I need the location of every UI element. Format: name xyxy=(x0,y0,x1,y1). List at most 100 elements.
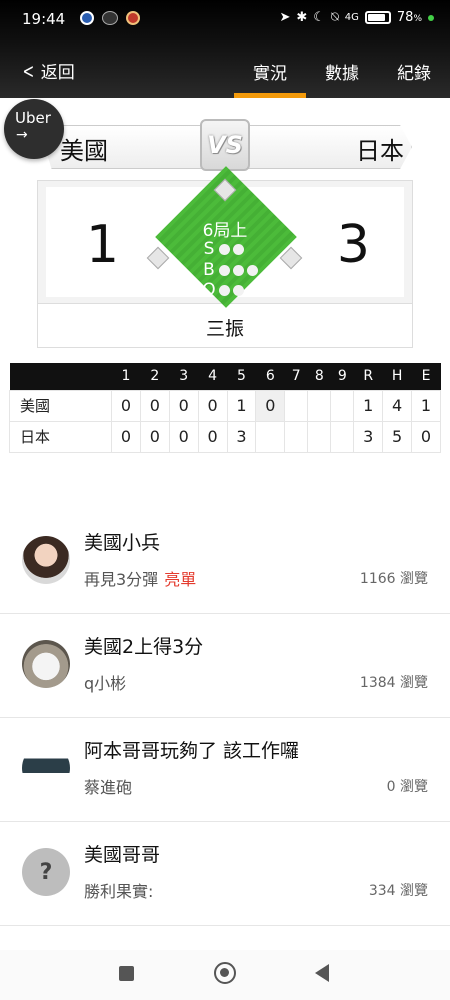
feed-item[interactable]: 阿本哥哥玩夠了 該工作囉 蔡進砲 0 瀏覽 xyxy=(0,718,450,822)
inning-cell: 0 xyxy=(111,389,141,422)
uber-notification-icon xyxy=(102,11,118,25)
runs-cell: 1 xyxy=(353,389,384,422)
ball-label: B xyxy=(203,260,215,280)
inning-cell xyxy=(330,389,355,422)
last-play-text: 三振 xyxy=(205,318,244,340)
feed-title: 美國小兵 xyxy=(84,532,161,554)
linescore-header-row: 1 2 3 4 5 6 7 8 9 R H E xyxy=(9,363,441,390)
tab-records[interactable]: 紀錄 xyxy=(378,50,450,98)
inning-cell: 3 xyxy=(226,420,257,453)
linescore-header-cell: 2 xyxy=(140,363,170,390)
inning-cell: 0 xyxy=(197,389,228,422)
tab-stats[interactable]: 數據 xyxy=(306,50,378,98)
tab-bar: 實況 數據 紀錄 xyxy=(234,50,450,98)
linescore-header-cell: 8 xyxy=(307,363,331,390)
out-label: O xyxy=(202,280,216,300)
feed-tag: 亮單 xyxy=(164,570,197,589)
inning-cell: 0 xyxy=(139,389,170,422)
linescore-header-cell: H xyxy=(382,363,412,390)
location-icon: ➤ xyxy=(279,10,291,25)
linescore-header-cell: 3 xyxy=(169,363,199,390)
count-dot-icon xyxy=(219,243,230,255)
count-dot-icon xyxy=(233,243,244,255)
feed-item[interactable]: 美國2上得3分 q小彬 1384 瀏覽 xyxy=(0,614,450,718)
count-dot-icon xyxy=(219,284,230,296)
inning-cell xyxy=(307,389,332,422)
linescore-header-cell: R xyxy=(353,363,383,390)
count-dot-icon xyxy=(219,264,230,276)
system-nav-bar xyxy=(0,950,450,1000)
strike-label: S xyxy=(203,239,215,259)
matchup-banner: 美國 日本 VS xyxy=(38,119,412,171)
feed-subtitle: 勝利果實: xyxy=(84,882,154,901)
linescore-header-cell xyxy=(9,363,112,390)
uber-ad-bubble[interactable]: Uber → xyxy=(4,99,64,159)
inning-cell: 0 xyxy=(255,389,286,422)
arrow-right-icon: → xyxy=(16,127,28,143)
feed-subtitle: 蔡進砲 xyxy=(84,778,133,797)
question-icon: ? xyxy=(22,848,70,896)
feed-subtitle: 再見3分彈 亮單 xyxy=(84,566,196,590)
feed-subtitle: q小彬 xyxy=(84,674,127,693)
linescore-table: 1 2 3 4 5 6 7 8 9 R H E 美國 0 0 0 0 1 0 1… xyxy=(9,363,441,453)
count-dot-icon xyxy=(233,264,244,276)
away-team-name: 日本 xyxy=(356,137,404,165)
count-dot-icon xyxy=(233,284,244,296)
linescore-team: 日本 xyxy=(9,420,112,453)
tab-records-label: 紀錄 xyxy=(397,64,431,84)
status-time: 19:44 xyxy=(22,10,66,28)
back-label: 返回 xyxy=(40,63,75,83)
inning-cell xyxy=(284,420,309,453)
errors-cell: 1 xyxy=(411,389,441,422)
recents-icon[interactable] xyxy=(119,966,134,981)
home-icon[interactable] xyxy=(214,962,236,984)
question-glyph: ? xyxy=(39,859,53,885)
inning-label: 6局上 xyxy=(202,221,248,241)
home-team-name: 美國 xyxy=(60,137,108,165)
hits-cell: 5 xyxy=(382,420,413,453)
status-right: ➤ ✱ ☾ ⍉ 4G 78% xyxy=(279,10,434,25)
inning-cell xyxy=(284,389,309,422)
linescore-header-cell: 9 xyxy=(330,363,354,390)
bluetooth-icon: ✱ xyxy=(296,10,308,25)
feed-title: 美國2上得3分 xyxy=(84,636,204,658)
battery-icon xyxy=(364,11,391,24)
linescore-header-cell: E xyxy=(411,363,441,390)
linescore-header-cell: 5 xyxy=(227,363,256,390)
linescore-team: 美國 xyxy=(9,389,112,422)
inning-cell: 0 xyxy=(168,420,199,453)
app-header: 19:44 ➤ ✱ ☾ ⍉ 4G 78% < 返回 實況 數據 紀錄 xyxy=(0,0,450,98)
back-triangle-icon[interactable] xyxy=(315,964,329,982)
view-count: 1166 瀏覽 xyxy=(359,571,428,587)
tab-live-label: 實況 xyxy=(253,64,287,84)
linescore-header-cell: 4 xyxy=(198,363,227,390)
inning-cell: 0 xyxy=(139,420,170,453)
game-notification-icon xyxy=(126,11,140,25)
vs-badge: VS xyxy=(200,119,250,171)
linescore-row-home: 美國 0 0 0 0 1 0 1 4 1 xyxy=(9,389,441,422)
inning-cell: 1 xyxy=(226,389,257,422)
out-count: O xyxy=(202,280,244,300)
uber-brand: Uber xyxy=(15,109,51,127)
avatar xyxy=(22,640,70,688)
moon-icon: ☾ xyxy=(313,10,325,25)
hits-cell: 4 xyxy=(382,389,413,422)
last-play: 三振 xyxy=(38,303,412,347)
home-score: 1 xyxy=(86,215,120,275)
back-button[interactable]: < 返回 xyxy=(20,58,75,84)
tab-stats-label: 數據 xyxy=(325,64,359,84)
app-notification-icon xyxy=(80,11,94,25)
tab-live[interactable]: 實況 xyxy=(234,50,306,98)
runs-cell: 3 xyxy=(353,420,384,453)
inning-cell xyxy=(255,420,286,453)
view-count: 0 瀏覽 xyxy=(386,779,428,795)
ball-count: B xyxy=(202,260,258,280)
away-score: 3 xyxy=(336,215,370,275)
chevron-left-icon: < xyxy=(22,58,35,83)
inning-cell: 0 xyxy=(111,420,141,453)
feed-item[interactable]: ? 美國哥哥 勝利果實: 334 瀏覽 xyxy=(0,822,450,926)
inning-cell xyxy=(330,420,355,453)
linescore-header-cell: 1 xyxy=(111,363,141,390)
errors-cell: 0 xyxy=(411,420,441,453)
feed-item[interactable]: 美國小兵 再見3分彈 亮單 1166 瀏覽 xyxy=(0,510,450,614)
